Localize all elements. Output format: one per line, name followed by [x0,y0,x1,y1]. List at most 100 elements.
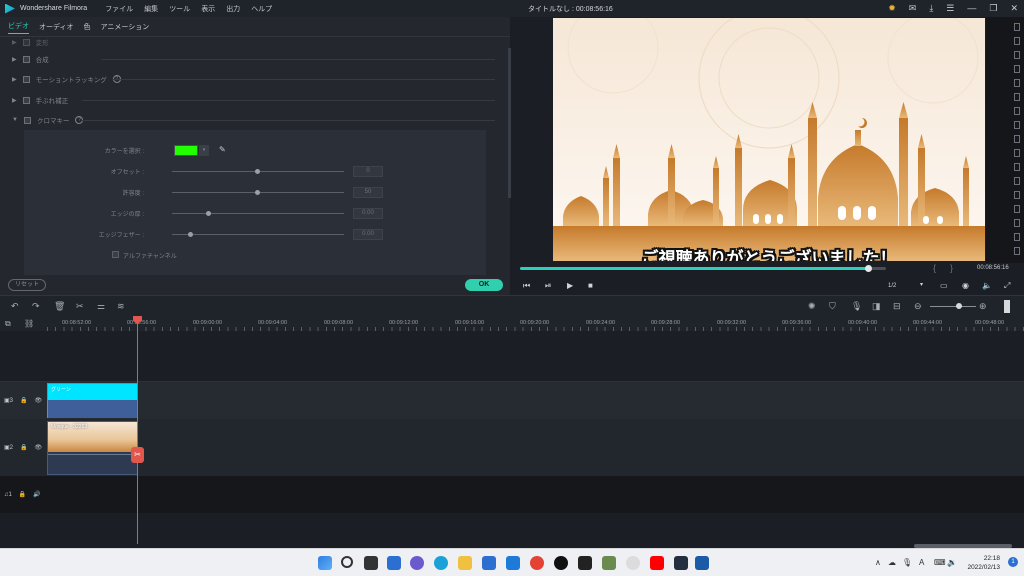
chrome-icon[interactable] [530,556,544,570]
section-checkbox[interactable] [22,55,30,63]
cut-icon[interactable]: ✂ [76,301,84,312]
widgets-icon[interactable] [387,556,401,570]
section-stabilization[interactable]: ▶ 手ぶれ補正 [12,95,495,105]
menu-item-export[interactable]: 出力 [226,4,240,14]
offset-slider-knob[interactable] [255,169,260,174]
section-checkbox[interactable] [22,38,30,46]
store-icon[interactable] [482,556,496,570]
google-icon[interactable] [626,556,640,570]
mail-icon[interactable]: ✉ [909,3,917,13]
render-icon[interactable]: ✺ [808,301,816,312]
app-icon[interactable] [554,556,568,570]
fullscreen-icon[interactable]: ⤢ [1004,281,1010,291]
quality-select[interactable]: 1/2 [888,283,896,289]
search-icon[interactable] [341,556,353,568]
speaker-icon[interactable]: 🔊 [33,491,40,498]
edge-feather-slider-knob[interactable] [188,232,193,237]
panel-scrollbar[interactable] [508,48,511,198]
volume-icon[interactable]: 🔈 [982,281,992,290]
edge-browser-icon[interactable] [434,556,448,570]
edge-feather-slider[interactable] [172,234,344,235]
video-clip[interactable]: Mosque - 32263 [47,421,138,475]
menu-item-tools[interactable]: ツール [169,4,190,14]
ok-button[interactable]: OK [465,279,503,291]
section-chroma-key[interactable]: ▼ クロマキー ? [12,115,495,125]
lock-icon[interactable]: 🔒 [20,444,27,451]
network-icon[interactable]: ⌨ [934,558,946,567]
split-scissors-icon[interactable]: ✂ [131,447,144,463]
section-checkbox[interactable] [22,96,30,104]
snap-icon[interactable]: ⊟ [893,301,901,312]
list-menu-icon[interactable]: ☰ [946,3,954,13]
tab-audio[interactable]: オーディオ [39,20,74,34]
stop-icon[interactable]: ■ [588,281,593,290]
edge-thickness-value[interactable]: 0.00 [353,208,383,219]
mark-out-icon[interactable]: } [950,263,953,273]
chat-icon[interactable] [410,556,424,570]
section-checkbox[interactable] [23,116,31,124]
amazon-icon[interactable] [674,556,688,570]
tab-color[interactable]: 色 [84,20,91,34]
redo-icon[interactable]: ↷ [32,301,40,312]
timeline-ruler[interactable]: ⧉ ⛓ 00:08:52:00 00:08:56:00 00:09:00:00 … [0,317,1024,331]
menu-item-help[interactable]: ヘルプ [251,4,272,14]
restore-icon[interactable]: ❐ [989,3,997,13]
voiceover-icon[interactable]: ◨ [872,301,881,312]
marker-icon[interactable]: ⛉ [829,301,836,312]
add-track-icon[interactable]: ⧉ [5,319,11,329]
alpha-channel-checkbox[interactable] [112,251,119,258]
tolerance-slider-knob[interactable] [255,190,260,195]
notification-badge[interactable]: 1 [1008,557,1018,567]
edge-feather-value[interactable]: 0.00 [353,229,383,240]
chevron-up-icon[interactable]: ∧ [875,558,881,567]
system-clock[interactable]: 22:18 2022/02/13 [967,554,1000,572]
playhead[interactable] [137,316,138,544]
edge-thickness-slider-knob[interactable] [206,211,211,216]
task-view-icon[interactable] [364,556,378,570]
cloud-icon[interactable]: ☁ [888,558,896,567]
section-composite[interactable]: ▶ 合成 [12,54,495,64]
youtube-icon[interactable] [650,556,664,570]
adjust-icon[interactable]: ⚌ [97,301,105,312]
filmora-taskbar-icon[interactable] [695,556,709,570]
chevron-down-icon[interactable]: ▾ [199,145,209,156]
microphone-icon[interactable]: 🎙 [851,301,862,312]
alpha-channel-row[interactable]: アルファチャンネル [112,250,312,260]
tab-animation[interactable]: アニメーション [101,20,150,34]
timeline-handle[interactable] [1004,300,1010,313]
track-audio-1[interactable]: ♫1 🔒 🔊 [0,476,1024,513]
play-icon[interactable]: ▶ [567,281,573,290]
chevron-down-icon[interactable]: ▾ [920,281,923,288]
notepad-icon[interactable] [578,556,592,570]
file-explorer-icon[interactable] [458,556,472,570]
zoom-out-icon[interactable]: ⊖ [914,301,922,312]
empty-track-area[interactable] [0,331,1024,381]
playback-scrubber[interactable] [864,265,872,272]
volume-icon[interactable]: 🔉 [947,558,957,567]
mail-app-icon[interactable] [506,556,520,570]
section-motion-tracking[interactable]: ▶ モーショントラッキング ? [12,74,495,84]
eye-icon[interactable]: 👁 [35,444,43,451]
lightbulb-icon[interactable]: ✹ [888,3,896,13]
snapshot-icon[interactable]: ◉ [962,281,969,290]
audio-wave-icon[interactable]: ≋ [117,301,125,312]
minimize-icon[interactable]: — [967,3,976,13]
empty-track-area[interactable] [0,513,1024,548]
app-icon[interactable] [602,556,616,570]
ime-indicator[interactable]: A [919,558,924,567]
edge-thickness-slider[interactable] [172,213,344,214]
zoom-in-icon[interactable]: ⊕ [979,301,987,312]
offset-value[interactable]: 0 [353,166,383,177]
eyedropper-icon[interactable]: ✎ [219,145,226,154]
link-icon[interactable]: ⛓ [24,319,34,328]
section-transform[interactable]: ▶ 変形 [12,37,49,47]
play-backward-icon[interactable]: ⏯ [545,281,551,291]
display-settings-icon[interactable]: ▭ [940,281,948,290]
mark-in-icon[interactable]: { [933,263,936,273]
track-3[interactable]: ▣3 🔒 👁 グリーン [0,382,1024,419]
tolerance-value[interactable]: 50 [353,187,383,198]
microphone-icon[interactable]: 🎙 [902,558,912,567]
menu-item-view[interactable]: 表示 [201,4,215,14]
lock-icon[interactable]: 🔒 [20,397,27,404]
zoom-slider[interactable] [930,306,976,307]
